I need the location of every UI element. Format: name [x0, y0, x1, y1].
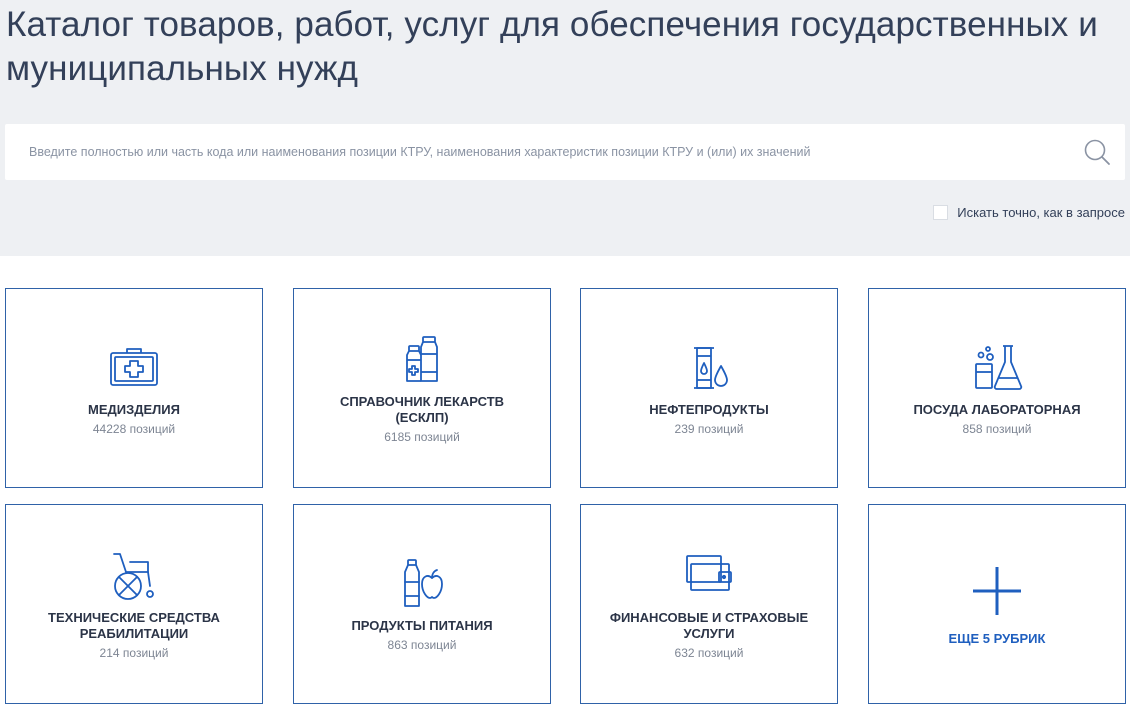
- oil-barrel-icon: [681, 340, 737, 396]
- category-grid: МЕДИЗДЕЛИЯ 44228 позиций СПРАВОЧНИК ЛЕКА…: [5, 288, 1126, 704]
- medical-kit-icon: [106, 340, 162, 396]
- plus-icon: [969, 563, 1025, 619]
- category-name: ПОСУДА ЛАБОРАТОРНАЯ: [913, 402, 1081, 417]
- category-count: 858 позиций: [962, 422, 1032, 436]
- category-card-finance-insurance[interactable]: ФИНАНСОВЫЕ И СТРАХОВЫЕ УСЛУГИ 632 позици…: [580, 504, 838, 704]
- category-name: ФИНАНСОВЫЕ И СТРАХОВЫЕ УСЛУГИ: [609, 610, 809, 641]
- category-count: 214 позиций: [99, 646, 169, 660]
- category-card-oil-products[interactable]: НЕФТЕПРОДУКТЫ 239 позиций: [580, 288, 838, 488]
- category-count: 44228 позиций: [92, 422, 176, 436]
- category-name: ПРОДУКТЫ ПИТАНИЯ: [351, 618, 493, 633]
- medicine-bottles-icon: [394, 332, 450, 388]
- category-name: СПРАВОЧНИК ЛЕКАРСТВ (ЕСКЛП): [339, 394, 505, 425]
- category-count: 632 позиций: [674, 646, 744, 660]
- search-icon[interactable]: [1083, 138, 1111, 166]
- category-card-medicines[interactable]: СПРАВОЧНИК ЛЕКАРСТВ (ЕСКЛП) 6185 позиций: [293, 288, 551, 488]
- more-categories-label: ЕЩЕ 5 РУБРИК: [948, 630, 1046, 646]
- category-card-lab-glassware[interactable]: ПОСУДА ЛАБОРАТОРНАЯ 858 позиций: [868, 288, 1126, 488]
- exact-search-toggle[interactable]: Искать точно, как в запросе: [933, 203, 1125, 221]
- lab-flask-icon: [969, 340, 1025, 396]
- header-section: Каталог товаров, работ, услуг для обеспе…: [0, 0, 1130, 256]
- exact-search-checkbox[interactable]: [933, 204, 949, 220]
- more-categories-card[interactable]: ЕЩЕ 5 РУБРИК: [868, 504, 1126, 704]
- category-count: 863 позиций: [387, 638, 457, 652]
- category-card-food[interactable]: ПРОДУКТЫ ПИТАНИЯ 863 позиций: [293, 504, 551, 704]
- category-name: МЕДИЗДЕЛИЯ: [88, 402, 180, 417]
- food-bottle-apple-icon: [394, 556, 450, 612]
- category-name: НЕФТЕПРОДУКТЫ: [649, 402, 769, 417]
- category-count: 239 позиций: [674, 422, 744, 436]
- wheelchair-icon: [106, 548, 162, 604]
- search-bar: [5, 124, 1125, 180]
- search-input[interactable]: [5, 124, 1075, 180]
- category-card-medical-devices[interactable]: МЕДИЗДЕЛИЯ 44228 позиций: [5, 288, 263, 488]
- exact-search-label: Искать точно, как в запросе: [957, 204, 1125, 220]
- category-name: ТЕХНИЧЕСКИЕ СРЕДСТВА РЕАБИЛИТАЦИИ: [48, 610, 220, 641]
- category-card-rehabilitation[interactable]: ТЕХНИЧЕСКИЕ СРЕДСТВА РЕАБИЛИТАЦИИ 214 по…: [5, 504, 263, 704]
- wallet-icon: [681, 548, 737, 604]
- category-count: 6185 позиций: [384, 430, 460, 444]
- page-title: Каталог товаров, работ, услуг для обеспе…: [6, 5, 1098, 88]
